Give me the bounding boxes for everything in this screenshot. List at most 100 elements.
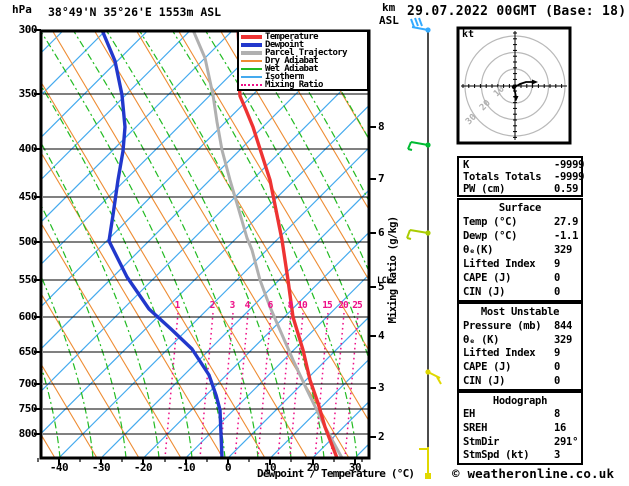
stats-row: Totals Totals -9999 — [459, 171, 585, 183]
stats-row-label: PW (cm) — [463, 183, 506, 195]
legend-row: Temperature — [241, 32, 367, 42]
mixing-ratio-label: 25 — [352, 300, 362, 311]
pressure-tick-label: 550 — [18, 273, 38, 286]
stats-row-label: SREH — [463, 421, 488, 434]
km-tick-label: 6 — [378, 226, 385, 239]
stats-box-surface: Surface Temp (°C) 27.9 Dewp (°C) -1.1 θₑ(K) 32… — [457, 198, 583, 302]
mixing-ratio-label: 4 — [244, 300, 251, 311]
stats-row-value: 9 — [554, 347, 561, 360]
pressure-tick-label: 300 — [18, 23, 38, 36]
stats-row: θₑ(K) 329 — [459, 244, 581, 256]
legend-swatch — [241, 76, 262, 78]
stats-box-title: Most Unstable — [480, 305, 560, 318]
stats-row-value: 0 — [554, 272, 561, 284]
mixing-ratio-line — [234, 312, 249, 458]
stats-row: SREH 16 — [459, 422, 581, 434]
stats-row-value: 8 — [554, 408, 561, 421]
stats-box-indices: K -9999 Totals Totals -9999 PW (cm) 0.59 — [457, 156, 585, 197]
stats-row-value: 16 — [554, 421, 567, 434]
stats-box-hodograph: Hodograph EH 8 SREH 16 StmDir 291° StmSpd (kt) 3 — [457, 391, 583, 465]
mixing-ratio-line — [257, 312, 272, 458]
pressure-tick-label: 500 — [18, 235, 38, 248]
stats-row-value: -9999 — [554, 171, 585, 183]
km-tick-label: 8 — [378, 120, 385, 133]
legend-row: Wet Adiabat — [241, 64, 367, 74]
stats-row-label: θₑ(K) — [463, 244, 494, 256]
mixing-ratio-label: 1 — [174, 300, 181, 311]
temp-tick-label: -40 — [49, 461, 69, 474]
stats-row-value: 27.9 — [554, 216, 579, 228]
legend-label: Mixing Ratio — [265, 80, 323, 90]
km-tick-label: 2 — [378, 430, 385, 443]
mixing-ratio-label: 15 — [322, 300, 332, 311]
wind-barb-upper — [410, 17, 431, 33]
stats-row: CAPE (J) 0 — [459, 361, 581, 373]
stats-row: StmSpd (kt) 3 — [459, 449, 581, 461]
mixing-ratio-label: 10 — [297, 300, 307, 311]
pressure-tick-label: 750 — [18, 402, 38, 415]
pressure-tick-label: 450 — [18, 190, 38, 203]
hodograph: 102030 — [456, 26, 572, 145]
copyright: © weatheronline.co.uk — [452, 466, 615, 481]
stats-row-value: 329 — [554, 333, 573, 346]
stats-row-value: 0.59 — [554, 183, 579, 195]
stats-row-label: θₑ (K) — [463, 333, 500, 346]
stats-row-label: CAPE (J) — [463, 361, 512, 374]
pressure-tick-label: 700 — [18, 377, 38, 390]
legend-swatch — [241, 60, 262, 62]
stats-row-value: 329 — [554, 244, 573, 256]
stats-row: CAPE (J) 0 — [459, 272, 581, 284]
stats-row-label: K — [463, 159, 470, 171]
stats-row-label: CIN (J) — [463, 375, 506, 388]
pressure-tick-label: 800 — [18, 427, 38, 440]
datetime-label: 29.07.2022 00GMT (Base: 18) — [407, 4, 627, 19]
stats-row-label: StmSpd (kt) — [463, 449, 530, 462]
mixing-ratio-label: 3 — [229, 300, 236, 311]
pressure-tick-label: 350 — [18, 87, 38, 100]
wind-barb-mid — [406, 229, 431, 240]
temp-tick-label: -10 — [176, 461, 196, 474]
legend: Temperature Dewpoint Parcel Trajectory Dry … — [237, 30, 369, 91]
stats-box-most-unstable: Most Unstable Pressure (mb) 844 θₑ (K) 329 Li… — [457, 302, 583, 391]
mixing-ratio-label: 2 — [209, 300, 216, 311]
km-tick-label: 4 — [378, 329, 385, 342]
hodograph-speed-label: 20 — [478, 98, 493, 113]
stats-row-value: -9999 — [554, 159, 585, 171]
pressure-tick-label: 600 — [18, 310, 38, 323]
stats-box-title: Hodograph — [492, 394, 548, 407]
legend-swatch — [241, 51, 262, 55]
stats-row: K -9999 — [459, 159, 585, 171]
legend-swatch — [241, 35, 262, 39]
lcl-marker-label: LCL — [377, 276, 391, 286]
station-title: 38°49'N 35°26'E 1553m ASL — [48, 5, 222, 19]
stats-row-label: CIN (J) — [463, 286, 506, 298]
temp-tick-label: 0 — [224, 461, 232, 474]
stats-row-value: 0 — [554, 375, 561, 388]
mixing-ratio-line — [277, 312, 292, 458]
hodograph-speed-label: 10 — [492, 84, 507, 99]
km-tick-label: 3 — [378, 381, 385, 394]
temp-tick-label: -30 — [91, 461, 111, 474]
stats-row: Lifted Index 9 — [459, 347, 581, 359]
stats-row: CIN (J) 0 — [459, 375, 581, 387]
wind-barb-mid-upper — [407, 141, 431, 151]
legend-row: Mixing Ratio — [241, 80, 367, 90]
hodograph-unit-label: kt — [462, 29, 475, 40]
stats-row-value: 844 — [554, 319, 573, 332]
stats-row: Dewp (°C) -1.1 — [459, 230, 581, 242]
stats-row-value: 9 — [554, 258, 561, 270]
stats-row-label: Totals Totals — [463, 171, 542, 183]
legend-swatch — [241, 84, 262, 86]
hodograph-speed-label: 30 — [464, 112, 479, 127]
legend-swatch — [241, 68, 262, 70]
pressure-tick-label: 400 — [18, 142, 38, 155]
stats-row-value: 0 — [554, 286, 561, 298]
mixing-ratio-axis-label: Mixing Ratio (g/kg) — [387, 216, 399, 324]
stats-row-label: StmDir — [463, 435, 500, 448]
weather-sounding-page: 10 20 30 hPa 38°49'N 35°26'E 1553m ASL km … — [0, 0, 629, 486]
pressure-axis-unit: hPa — [12, 3, 32, 16]
stats-row: Temp (°C) 27.9 — [459, 216, 581, 228]
km-tick-label: 7 — [378, 172, 385, 185]
altitude-axis-unit-km: km — [382, 1, 396, 14]
temp-tick-label: -20 — [133, 461, 153, 474]
